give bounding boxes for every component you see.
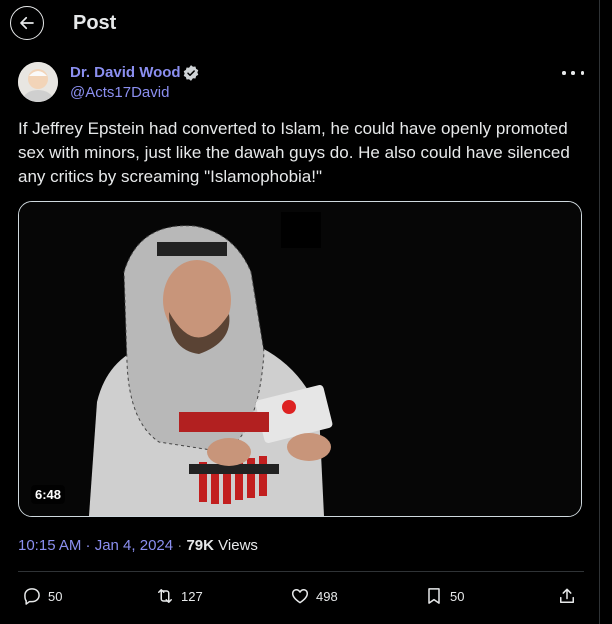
bookmark-count: 50 <box>450 588 465 604</box>
post-timestamp[interactable]: 10:15 AM · Jan 4, 2024 <box>18 537 173 554</box>
like-button[interactable]: 498 <box>290 584 338 608</box>
avatar-image <box>18 62 58 102</box>
more-options-button[interactable] <box>562 66 584 80</box>
repost-button[interactable]: 127 <box>155 584 203 608</box>
author-name[interactable]: Dr. David Wood <box>70 64 181 81</box>
more-dot-icon <box>580 71 584 75</box>
heart-icon <box>291 589 309 604</box>
meta-separator: · <box>173 537 187 554</box>
share-button[interactable] <box>557 584 577 608</box>
repost-count: 127 <box>181 588 203 604</box>
post-page: Post Dr. David Wood @Acts17David If Jeff… <box>0 0 600 624</box>
reply-button[interactable]: 50 <box>22 584 62 608</box>
like-count: 498 <box>316 588 338 604</box>
video-duration-badge: 6:48 <box>31 485 66 504</box>
bookmark-button[interactable]: 50 <box>424 584 464 608</box>
verified-badge-icon <box>183 65 199 81</box>
views-count: 79K <box>186 537 214 554</box>
bookmark-icon <box>428 588 440 604</box>
author-handle[interactable]: @Acts17David <box>70 84 169 101</box>
reply-count: 50 <box>48 588 63 604</box>
repost-icon <box>158 589 172 603</box>
post-meta: 10:15 AM · Jan 4, 2024 · 79K Views <box>18 537 258 554</box>
video-thumbnail <box>19 202 581 516</box>
post-actions: 50 127 498 50 <box>0 574 599 618</box>
more-dot-icon <box>571 71 575 75</box>
reply-icon <box>24 588 40 605</box>
views-label: Views <box>218 537 258 554</box>
arrow-left-icon <box>20 16 34 30</box>
post-text: If Jeffrey Epstein had converted to Isla… <box>18 119 570 186</box>
back-button[interactable] <box>10 6 44 40</box>
share-icon <box>560 588 574 603</box>
page-title: Post <box>73 12 117 34</box>
divider <box>18 571 584 572</box>
more-dot-icon <box>562 71 566 75</box>
video-player[interactable]: 6:48 <box>18 201 582 517</box>
avatar[interactable] <box>18 62 58 102</box>
page-header: Post <box>0 0 599 48</box>
